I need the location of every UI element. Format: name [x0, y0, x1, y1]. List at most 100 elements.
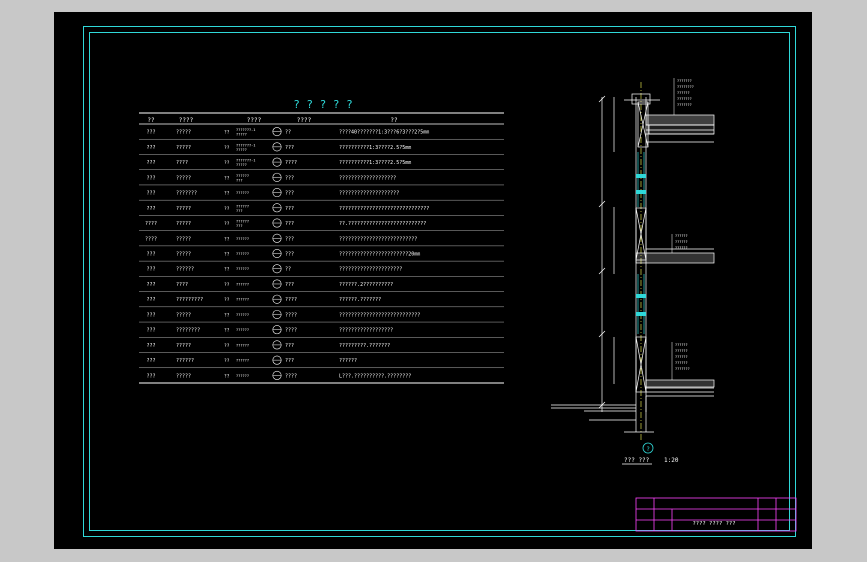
- cell-col2: ????: [176, 160, 188, 166]
- ground-note: ??????: [675, 349, 688, 353]
- header-col4: ????: [297, 117, 312, 124]
- cell-code-prefix: ??: [224, 328, 230, 334]
- cell-col2: ?????: [176, 130, 191, 136]
- cell-col1: ???: [146, 312, 155, 318]
- cell-col2: ?????: [176, 206, 191, 212]
- roof-note: ??????: [677, 91, 690, 95]
- cell-col2: ????????: [176, 328, 200, 334]
- cell-mark: ????: [285, 312, 297, 318]
- cell-description: ????????????????????: [339, 191, 399, 197]
- wall-section: [551, 82, 715, 440]
- table-row: ????????????????????????????.???????: [146, 340, 390, 350]
- cell-col2: ???????: [176, 191, 197, 197]
- cell-code-prefix: ??: [224, 236, 230, 242]
- table-row: ???????????????????? L???.??????????.????…: [146, 370, 411, 380]
- cell-col1: ???: [146, 267, 155, 273]
- cell-col1: ???: [146, 145, 155, 151]
- cell-col2: ?????: [176, 236, 191, 242]
- cell-col2: ?????: [176, 343, 191, 349]
- cell-ref-top: ??????: [236, 359, 249, 363]
- cell-code-prefix: ??: [224, 282, 230, 288]
- header-col3: ????: [247, 117, 262, 124]
- cell-code-prefix: ??: [224, 130, 230, 136]
- cell-description: ??????: [339, 358, 357, 364]
- cell-ref-top: ??????: [236, 374, 249, 378]
- cell-code-prefix: ??: [224, 160, 230, 166]
- table-row: ???????? ?????????-1??????? ????40???????1…: [146, 127, 429, 137]
- cell-code-prefix: ??: [224, 191, 230, 197]
- cell-code-prefix: ??: [224, 373, 230, 379]
- cell-ref-bottom: ?????: [236, 133, 247, 137]
- cell-col1: ???: [146, 206, 155, 212]
- cell-description: ??????.???????: [339, 297, 381, 303]
- cell-description: ??????????????????????????: [339, 236, 417, 242]
- cell-description: ??.??????????????????????????: [339, 221, 426, 227]
- cell-description: ??????????????????: [339, 328, 393, 334]
- header-col5: ??: [390, 117, 398, 124]
- cell-ref-top: ???????-1: [236, 128, 255, 132]
- cell-code-prefix: ??: [224, 221, 230, 227]
- cell-mark: ????: [285, 328, 297, 334]
- cell-description: ???????????????????: [339, 175, 396, 181]
- table-row: ????????????????????????????????????????…: [146, 249, 420, 259]
- table-row: ????????????????????????????????????????…: [145, 233, 417, 243]
- cell-code-prefix: ??: [224, 145, 230, 151]
- cell-ref-top: ??????: [236, 282, 249, 286]
- cell-mark: ????: [285, 373, 297, 379]
- cell-col2: ?????: [176, 145, 191, 151]
- cell-mark: ???: [285, 358, 294, 364]
- cell-col1: ???: [146, 191, 155, 197]
- cell-mark: ????: [285, 297, 297, 303]
- cell-ref-bottom: ???: [236, 178, 243, 182]
- cell-mark: ??: [285, 130, 291, 136]
- cell-col2: ??????: [176, 267, 194, 273]
- roof-notes: ??????? ???????? ?????? ??????? ???????: [673, 78, 694, 115]
- table-row: ???????? ?????????-1???????? ??????????1:3…: [146, 142, 411, 152]
- header-col2: ????: [179, 117, 194, 124]
- cell-ref-top: ??????: [236, 267, 249, 271]
- cell-description: ??????????????????????????????: [339, 206, 429, 212]
- cell-description: ??????????1:3????2.5?5mm: [339, 145, 411, 151]
- roof-note: ???????: [677, 79, 692, 83]
- cell-code-prefix: ??: [224, 312, 230, 318]
- table-row: ????????????????????????????????????????…: [146, 188, 399, 198]
- cell-ref-bottom: ???: [236, 209, 243, 213]
- cell-mark: ???: [285, 252, 294, 258]
- cell-description: ??????????1:3????2.5?5mm: [339, 160, 411, 166]
- cell-code-prefix: ??: [224, 206, 230, 212]
- cell-mark: ???: [285, 343, 294, 349]
- cell-description: ??????.2??????????: [339, 282, 393, 288]
- table-row: ????????????????????????????????????????…: [146, 172, 396, 182]
- cell-col2: ?????: [176, 221, 191, 227]
- axis-mark: ?: [646, 446, 650, 453]
- section-scale: 1:20: [664, 457, 679, 464]
- cell-mark: ???: [285, 206, 294, 212]
- floor-note: ??????: [675, 234, 688, 238]
- cell-col2: ?????: [176, 312, 191, 318]
- table-title: ? ? ? ? ?: [293, 98, 353, 111]
- cell-col1: ???: [146, 130, 155, 136]
- cell-description: ?????????.???????: [339, 343, 390, 349]
- cell-ref-top: ??????: [236, 174, 249, 178]
- cell-mark: ???: [285, 282, 294, 288]
- cell-code-prefix: ??: [224, 175, 230, 181]
- cell-ref-top: ??????: [236, 220, 249, 224]
- cell-col1: ????: [145, 236, 157, 242]
- floor-note: ??????: [675, 246, 688, 250]
- table-row: ????????????????????????????????????????: [146, 264, 402, 274]
- ground-note: ??????: [675, 361, 688, 365]
- cell-col2: ?????: [176, 252, 191, 258]
- cell-col2: ??????: [176, 358, 194, 364]
- cell-description: ?????????????????????: [339, 267, 402, 273]
- cell-mark: ????: [285, 160, 297, 166]
- table-row: ??????????????????????????: [146, 355, 357, 365]
- cell-col1: ???: [146, 328, 155, 334]
- table-row: ?????????????????????????.??????????????…: [145, 218, 426, 228]
- cell-code-prefix: ??: [224, 343, 230, 349]
- cell-ref-top: ??????: [236, 252, 249, 256]
- cell-col2: ?????: [176, 373, 191, 379]
- table-row: ????????????????????????????????????????…: [146, 203, 429, 213]
- floor-note: ??????: [675, 240, 688, 244]
- cell-mark: ??: [285, 267, 291, 273]
- cell-col2: ????: [176, 282, 188, 288]
